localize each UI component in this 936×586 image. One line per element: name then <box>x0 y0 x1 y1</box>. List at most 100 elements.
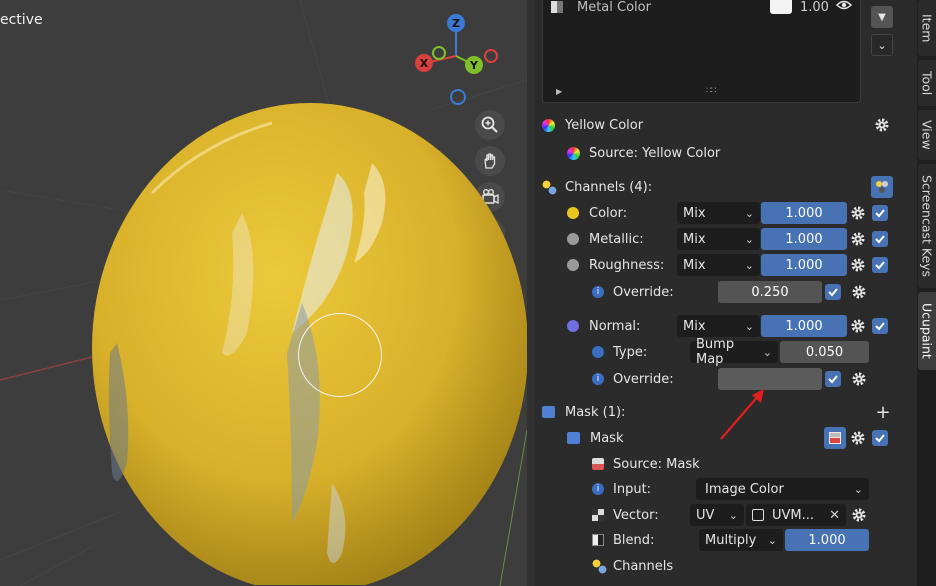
tab-tool[interactable]: Tool <box>918 60 936 106</box>
channel-label: Metallic: <box>589 231 644 247</box>
mask-image-button[interactable] <box>824 427 846 449</box>
channel-normal-row: Normal: <box>567 315 640 337</box>
override-label: Override: <box>613 371 674 387</box>
mask-input-dropdown[interactable]: Image Color ⌄ <box>696 478 869 500</box>
gizmo-x-axis[interactable]: X <box>415 54 433 72</box>
channel-metallic-enabled-checkbox[interactable] <box>872 231 888 247</box>
channel-metallic-row: Metallic: <box>567 228 644 250</box>
list-item[interactable]: Metal Color <box>551 0 651 18</box>
channel-color-intensity-field[interactable]: 1.000 <box>761 202 847 224</box>
field-value: 1.000 <box>785 205 823 221</box>
channel-label: Normal: <box>589 318 641 334</box>
info-icon: i <box>592 373 604 385</box>
gear-icon[interactable] <box>850 370 868 388</box>
mask-enabled-checkbox[interactable] <box>872 430 888 446</box>
tab-ucupaint[interactable]: Ucupaint <box>918 292 936 370</box>
gizmo-y-axis[interactable]: Y <box>465 56 483 74</box>
eye-icon[interactable] <box>836 0 852 16</box>
list-item-value-row: 1.00 <box>800 0 829 18</box>
mask-uv-map-field[interactable]: UVM... ✕ <box>746 504 846 526</box>
layer-source-row: Source: Yellow Color <box>567 142 720 164</box>
gizmo-z-label: Z <box>452 16 460 30</box>
layer-list[interactable]: Metal Color 1.00 ▶ ∷∷ <box>542 0 861 103</box>
clear-x-icon[interactable]: ✕ <box>829 508 840 523</box>
image-icon <box>592 458 604 470</box>
mask-input-row: i Input: <box>592 478 651 500</box>
channel-roughness-row: Roughness: <box>567 254 664 276</box>
channel-roughness-intensity-field[interactable]: 1.000 <box>761 254 847 276</box>
mask-blend-intensity-field[interactable]: 1.000 <box>785 529 869 551</box>
mask-title: Mask (1): <box>565 404 626 420</box>
mask-channels-row[interactable]: Channels <box>592 555 673 577</box>
channel-color-enabled-checkbox[interactable] <box>872 205 888 221</box>
gear-icon[interactable] <box>849 429 867 447</box>
list-item-value: 1.00 <box>800 0 829 15</box>
color-swatch[interactable] <box>770 0 792 14</box>
normal-channel-icon <box>567 320 579 332</box>
gear-icon[interactable] <box>849 256 867 274</box>
input-label: Input: <box>613 481 652 497</box>
metallic-channel-icon <box>567 233 579 245</box>
field-value: 1.000 <box>785 257 823 273</box>
tab-label: Item <box>919 13 935 43</box>
tab-screencast-keys[interactable]: Screencast Keys <box>918 164 936 288</box>
channel-normal-intensity-field[interactable]: 1.000 <box>761 315 847 337</box>
channels-header[interactable]: Channels (4): <box>542 176 652 198</box>
channel-normal-enabled-checkbox[interactable] <box>872 318 888 334</box>
channel-roughness-blend-dropdown[interactable]: Mix ⌄ <box>677 254 760 276</box>
layer-type-icon <box>551 1 563 13</box>
gizmo-neg-y[interactable] <box>432 46 446 60</box>
list-menu-button[interactable]: ⌄ <box>871 34 893 56</box>
channel-roughness-enabled-checkbox[interactable] <box>872 257 888 273</box>
roughness-override-value-field[interactable]: 0.250 <box>718 281 822 303</box>
resize-handle-icon[interactable]: ∷∷ <box>706 86 717 96</box>
gizmo-x-label: X <box>419 56 429 70</box>
field-value: 1.000 <box>785 318 823 334</box>
channel-metallic-intensity-field[interactable]: 1.000 <box>761 228 847 250</box>
channel-normal-blend-dropdown[interactable]: Mix ⌄ <box>677 315 760 337</box>
expand-arrow-icon[interactable]: ▶ <box>556 87 562 96</box>
channels-toggle-button[interactable] <box>871 176 893 198</box>
layer-settings-gear-icon[interactable] <box>873 116 891 134</box>
channel-metallic-blend-dropdown[interactable]: Mix ⌄ <box>677 228 760 250</box>
layer-title: Yellow Color <box>565 117 644 133</box>
tab-view[interactable]: View <box>918 110 936 160</box>
gizmo-z-axis[interactable]: Z <box>447 14 465 32</box>
3d-viewport[interactable]: ective Z X Y <box>0 0 527 586</box>
mask-header[interactable]: Mask (1): <box>542 401 625 423</box>
gizmo-neg-x[interactable] <box>484 49 498 63</box>
dropdown-value: UV <box>696 507 715 523</box>
add-mask-plus-icon[interactable]: + <box>874 402 892 423</box>
channel-label: Color: <box>589 205 628 221</box>
normal-type-dropdown[interactable]: Bump Map ⌄ <box>690 337 778 367</box>
mask-vector-type-dropdown[interactable]: UV ⌄ <box>690 504 744 526</box>
dropdown-value: Mix <box>683 205 706 221</box>
vector-label: Vector: <box>613 507 659 523</box>
mask-source: Source: Mask <box>613 456 700 472</box>
chevron-down-icon: ⌄ <box>767 533 777 547</box>
dropdown-value: Multiply <box>705 532 757 548</box>
channel-color-blend-dropdown[interactable]: Mix ⌄ <box>677 202 760 224</box>
gear-icon[interactable] <box>849 230 867 248</box>
vector-checker-icon <box>592 509 604 521</box>
chevron-down-icon: ⌄ <box>744 258 754 272</box>
mask-icon <box>542 406 555 418</box>
move-down-button[interactable]: ▼ <box>871 6 893 28</box>
chevron-down-icon: ⌄ <box>853 482 863 496</box>
layer-header[interactable]: Yellow Color <box>542 114 643 136</box>
normal-override-checkbox[interactable] <box>825 371 841 387</box>
color-channel-icon <box>567 207 579 219</box>
bump-strength-field[interactable]: 0.050 <box>780 341 869 363</box>
gear-icon[interactable] <box>850 506 868 524</box>
dropdown-value: Image Color <box>705 481 784 497</box>
tab-item[interactable]: Item <box>918 0 936 56</box>
mask-blend-dropdown[interactable]: Multiply ⌄ <box>699 529 783 551</box>
roughness-override-checkbox[interactable] <box>825 284 841 300</box>
mask-item-row[interactable]: Mask <box>567 427 623 449</box>
brush-cursor <box>298 313 382 397</box>
gear-icon[interactable] <box>849 317 867 335</box>
dropdown-value: Bump Map <box>696 337 735 367</box>
layer-source: Source: Yellow Color <box>589 145 721 161</box>
gear-icon[interactable] <box>850 283 868 301</box>
gear-icon[interactable] <box>849 204 867 222</box>
